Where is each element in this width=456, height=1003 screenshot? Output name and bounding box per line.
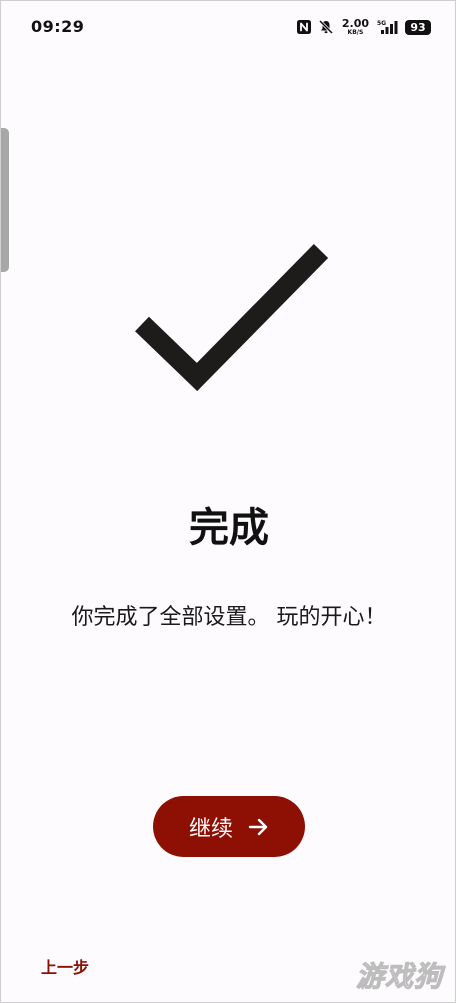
checkmark-icon [131, 239, 331, 399]
arrow-right-icon [247, 816, 269, 838]
back-button[interactable]: 上一步 [41, 954, 89, 978]
network-speed-value: 2.00 [341, 17, 369, 30]
network-speed-unit: KB/S [347, 29, 364, 36]
continue-button[interactable]: 继续 [153, 796, 305, 857]
battery-icon: 93 [405, 19, 431, 35]
status-time: 09:29 [31, 17, 85, 36]
bell-off-icon [318, 19, 334, 35]
signal-icon: 5G [377, 19, 399, 35]
continue-button-label: 继续 [188, 816, 233, 842]
completion-message: 你完成了全部设置。 玩的开心！ [71, 605, 387, 630]
network-speed: 2.00 KB/S [342, 18, 369, 36]
edge-panel-handle[interactable] [1, 128, 9, 272]
status-icons: 2.00 KB/S 5G 93 [296, 15, 431, 39]
watermark: 游戏狗 [355, 960, 443, 994]
page-title: 完成 [189, 505, 269, 551]
nfc-icon [296, 19, 312, 35]
setup-complete-screen: 09:29 2.00 KB/S 5G 93 完成 你完成了全部设置。 玩的开心！… [0, 0, 456, 1003]
status-bar: 09:29 2.00 KB/S 5G 93 [1, 1, 456, 53]
network-type-label: 5G [377, 20, 386, 27]
